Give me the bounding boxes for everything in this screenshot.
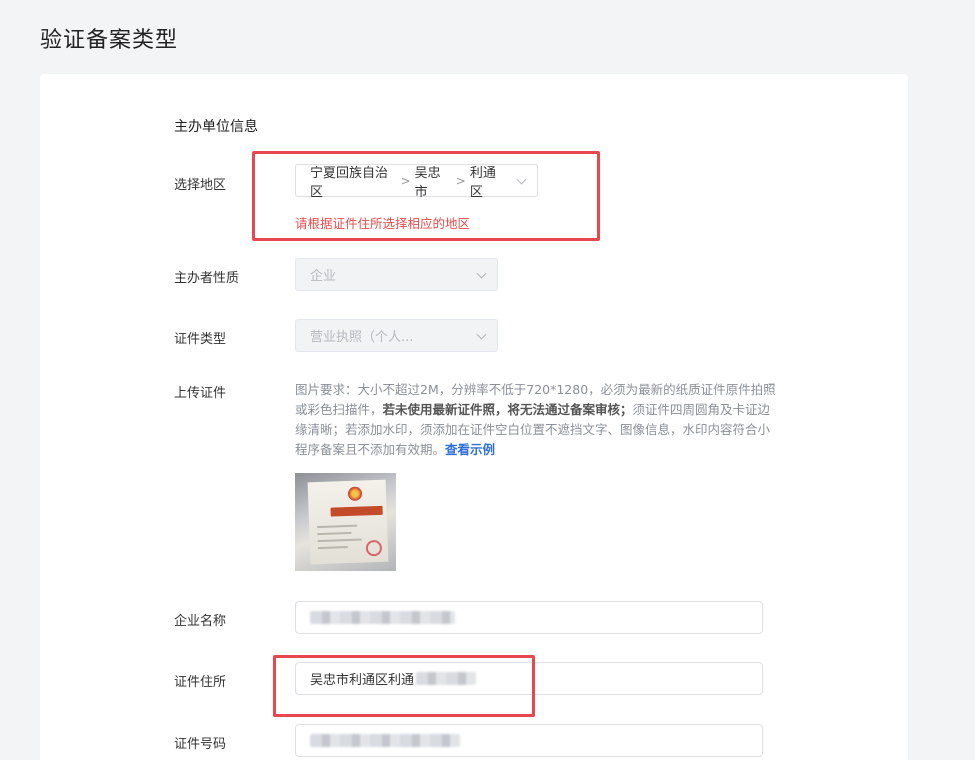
license-text-line (317, 538, 362, 543)
upload-desc-warning: 若未使用最新证件照，将无法通过备案审核； (382, 402, 633, 417)
cert-type-label: 证件类型 (174, 332, 227, 347)
region-province: 宁夏回族自治区 (310, 165, 389, 200)
cert-address-field[interactable]: 吴忠市利通区利通 (295, 662, 763, 695)
region-label: 选择地区 (174, 178, 227, 193)
redacted-text (310, 734, 460, 747)
chevron-down-icon (476, 329, 487, 340)
license-text-line (317, 531, 352, 536)
cert-number-label: 证件号码 (174, 737, 227, 752)
view-example-link[interactable]: 查看示例 (445, 442, 495, 457)
separator-icon: > (400, 173, 411, 188)
region-path: 宁夏回族自治区 > 吴忠市 > 利通区 (310, 162, 507, 200)
cert-address-label: 证件住所 (174, 675, 227, 690)
form-card: 主办单位信息 选择地区 宁夏回族自治区 > 吴忠市 > 利通区 请根据证件住所选… (40, 74, 908, 760)
upload-label: 上传证件 (174, 386, 227, 401)
company-name-label: 企业名称 (174, 614, 227, 629)
separator-icon: > (455, 173, 466, 188)
chevron-down-icon (476, 268, 487, 279)
cert-type-value: 营业执照（个人... (310, 330, 414, 345)
section-title: 主办单位信息 (174, 119, 258, 135)
national-emblem-icon (347, 486, 363, 501)
license-title-bar (330, 505, 383, 517)
license-text-line (317, 546, 348, 550)
sponsor-type-label: 主办者性质 (174, 271, 240, 286)
sponsor-type-select[interactable]: 企业 (295, 258, 498, 291)
region-hint: 请根据证件住所选择相应的地区 (295, 216, 471, 231)
company-name-field[interactable] (295, 601, 763, 634)
redacted-text (310, 611, 455, 624)
sponsor-type-value: 企业 (310, 269, 337, 284)
seal-stamp-icon (365, 539, 383, 557)
region-cascader[interactable]: 宁夏回族自治区 > 吴忠市 > 利通区 (295, 162, 538, 200)
chevron-down-icon (516, 174, 527, 185)
cert-type-select[interactable]: 营业执照（个人... (295, 319, 498, 352)
uploaded-license-image[interactable] (295, 473, 396, 571)
region-district: 利通区 (469, 165, 496, 200)
license-paper (307, 479, 389, 565)
redacted-text (416, 672, 477, 685)
license-text-line (317, 524, 358, 529)
cert-number-field[interactable] (295, 724, 763, 757)
cert-address-value: 吴忠市利通区利通 (310, 673, 415, 688)
region-city: 吴忠市 (414, 165, 441, 200)
upload-requirements: 图片要求：大小不超过2M，分辨率不低于720*1280，必须为最新的纸质证件原件… (295, 380, 780, 460)
page-title: 验证备案类型 (40, 28, 179, 53)
